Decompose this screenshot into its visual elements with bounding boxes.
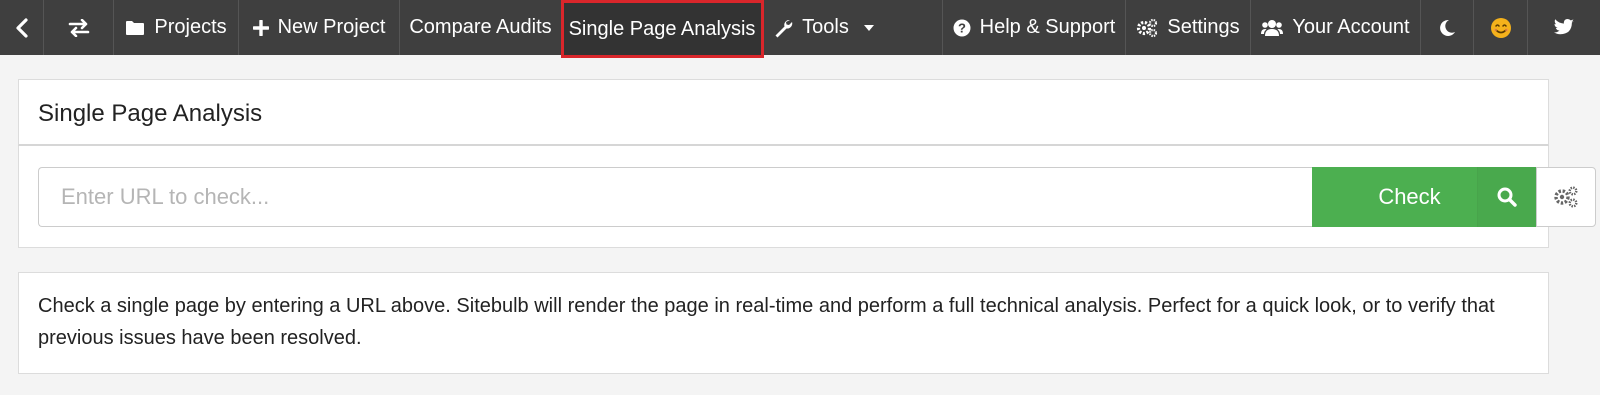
nav-single-page-analysis-label: Single Page Analysis <box>568 17 756 40</box>
nav-your-account-label: Your Account <box>1292 16 1410 38</box>
nav-projects[interactable]: Projects <box>114 0 239 55</box>
nav-tools[interactable]: Tools <box>764 0 884 55</box>
top-navigation-bar: Projects New Project Compare Audits Sing… <box>0 0 1600 58</box>
smiley-icon <box>1490 17 1512 39</box>
nav-tools-label: Tools <box>802 16 849 38</box>
nav-settings[interactable]: Settings <box>1126 0 1251 55</box>
nav-projects-label: Projects <box>154 16 227 38</box>
chevron-left-icon <box>15 17 29 38</box>
nav-help-support-label: Help & Support <box>979 16 1116 38</box>
back-button[interactable] <box>0 0 44 55</box>
nav-help-support[interactable]: ? Help & Support <box>942 0 1126 55</box>
info-panel: Check a single page by entering a URL ab… <box>18 272 1549 374</box>
nav-compare-audits[interactable]: Compare Audits <box>400 0 562 55</box>
check-button[interactable]: Check <box>1312 167 1536 227</box>
twitter-button[interactable] <box>1528 0 1600 55</box>
analysis-settings-button[interactable] <box>1536 167 1596 227</box>
folder-icon <box>125 20 145 36</box>
exchange-icon <box>68 18 90 37</box>
plus-icon <box>252 19 269 36</box>
nav-new-project[interactable]: New Project <box>239 0 400 55</box>
check-button-label: Check <box>1378 184 1441 209</box>
search-icon <box>1477 167 1536 227</box>
wrench-icon <box>773 18 793 38</box>
analysis-panel-header: Single Page Analysis <box>18 79 1549 146</box>
gears-icon <box>1136 18 1158 38</box>
nav-compare-audits-label: Compare Audits <box>409 16 552 38</box>
url-input[interactable] <box>38 167 1312 227</box>
emoji-button[interactable] <box>1474 0 1528 55</box>
caret-down-icon <box>863 24 875 32</box>
description-text: Check a single page by entering a URL ab… <box>38 295 1495 349</box>
nav-your-account[interactable]: Your Account <box>1251 0 1421 55</box>
nav-new-project-label: New Project <box>277 16 386 38</box>
svg-text:?: ? <box>958 20 966 35</box>
gears-icon <box>1553 185 1579 209</box>
dark-mode-toggle[interactable] <box>1421 0 1474 55</box>
twitter-icon <box>1554 19 1574 36</box>
moon-icon <box>1438 19 1456 37</box>
page-title: Single Page Analysis <box>38 100 263 127</box>
users-icon <box>1261 19 1284 37</box>
nav-settings-label: Settings <box>1167 16 1240 38</box>
analysis-panel-body: Check <box>18 146 1596 248</box>
nav-single-page-analysis[interactable]: Single Page Analysis <box>561 0 764 58</box>
switch-view-button[interactable] <box>44 0 114 55</box>
question-circle-icon: ? <box>953 19 971 37</box>
